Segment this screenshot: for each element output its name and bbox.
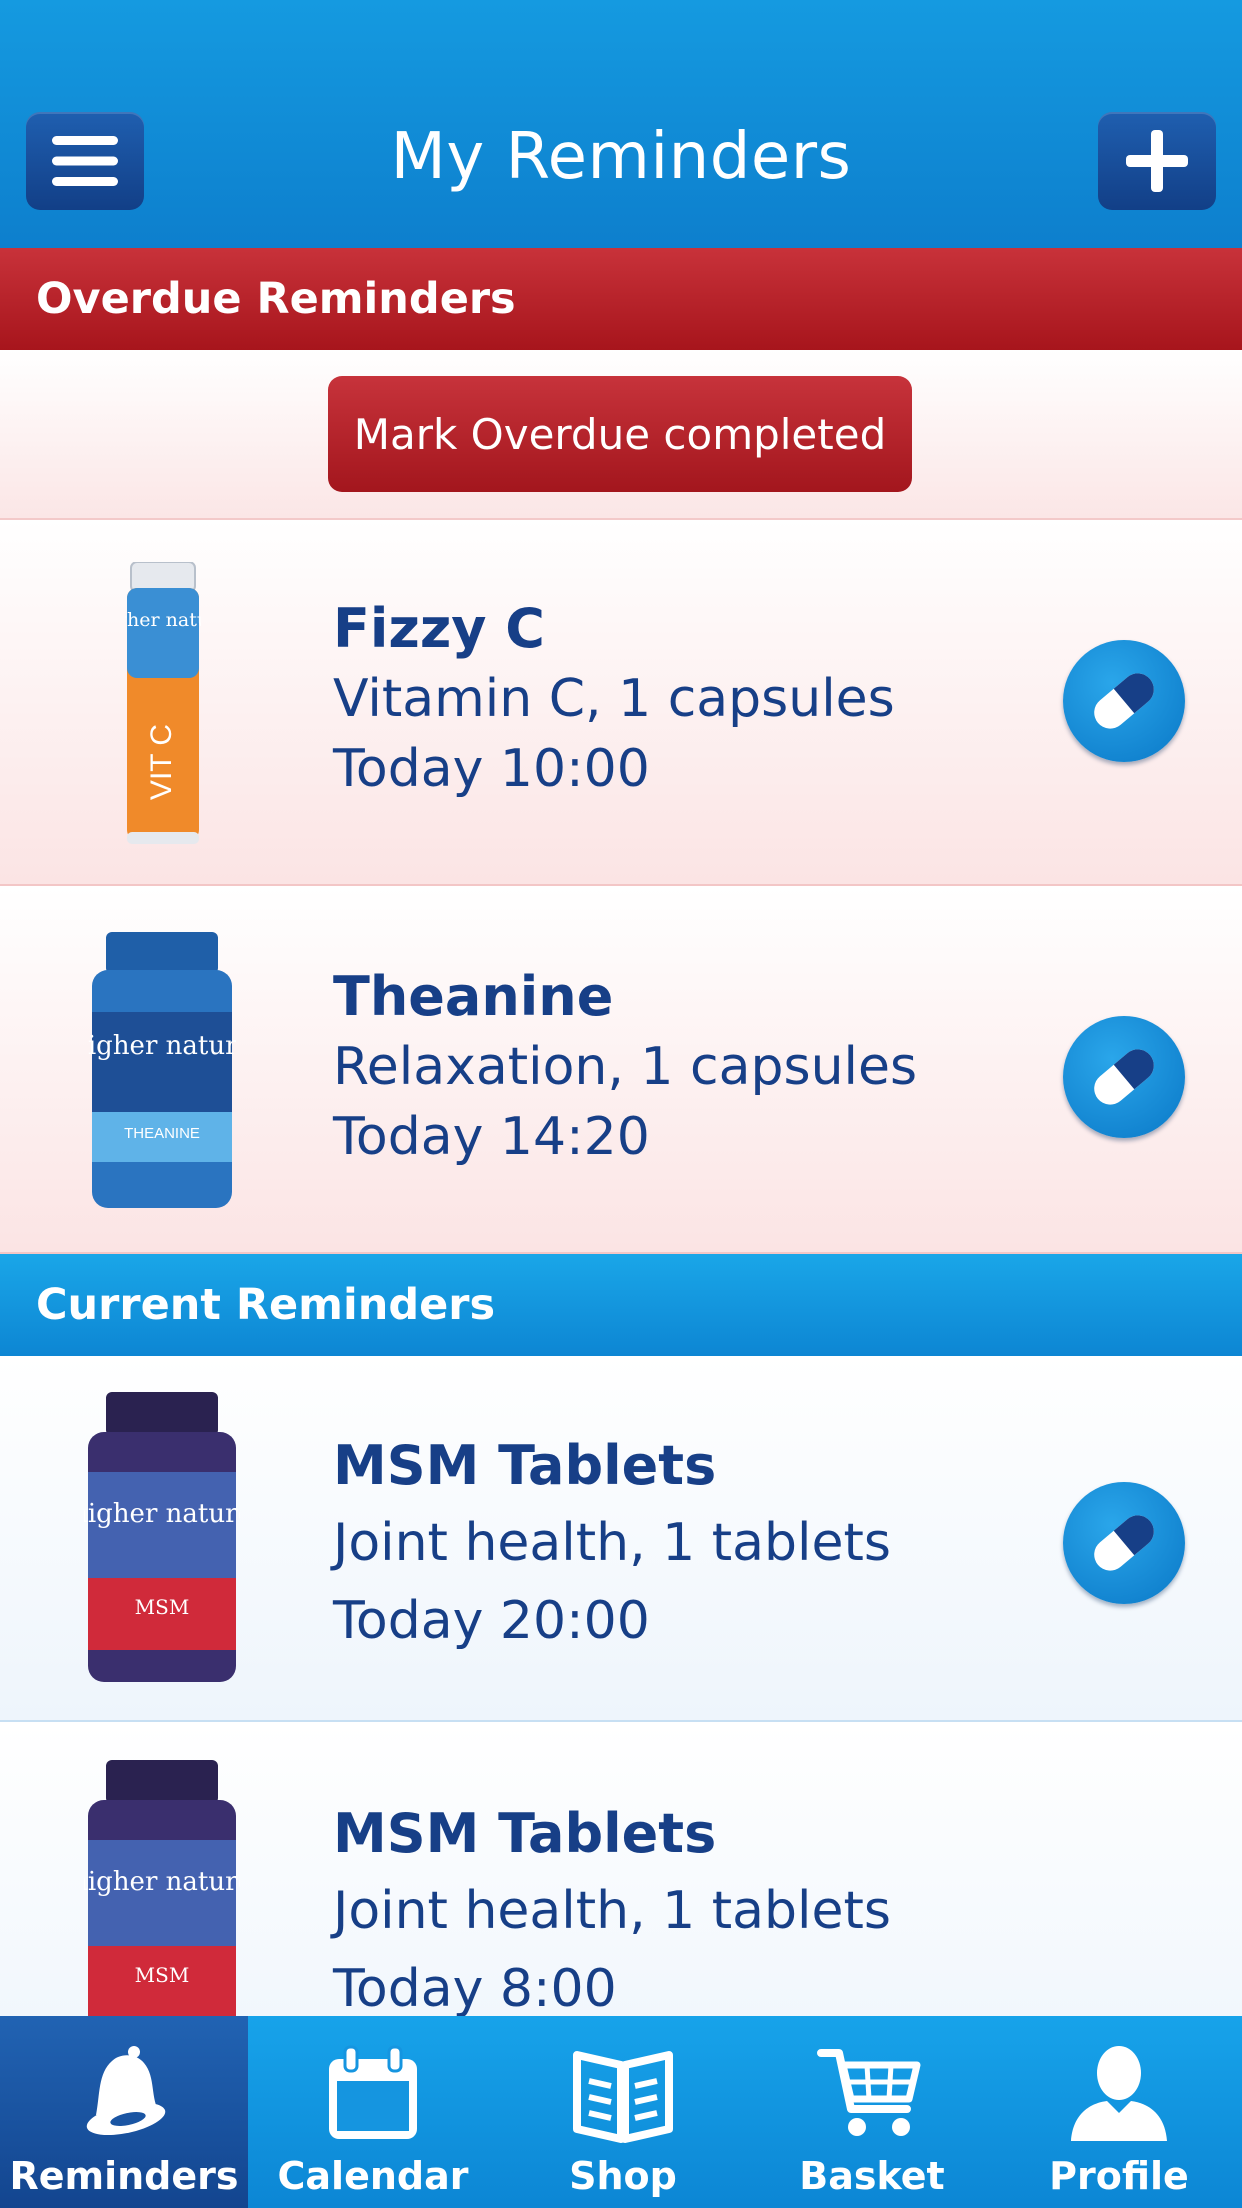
plus-icon bbox=[1126, 130, 1188, 192]
reminder-name: Fizzy C bbox=[333, 597, 545, 660]
tab-bar: Reminders Calendar Shop Basket Profile bbox=[0, 2016, 1242, 2208]
take-dose-button[interactable] bbox=[1063, 640, 1185, 762]
reminder-time: Today 10:00 bbox=[333, 739, 650, 799]
take-dose-button[interactable] bbox=[1063, 1016, 1185, 1138]
page-title: My Reminders bbox=[390, 120, 852, 194]
product-label-text: MSM bbox=[135, 1595, 190, 1619]
brand-text: higher nature bbox=[125, 609, 201, 631]
take-dose-button[interactable] bbox=[1063, 1482, 1185, 1604]
tab-label: Shop bbox=[569, 2154, 677, 2198]
product-label-text: VIT C bbox=[145, 724, 178, 800]
fizzy-c-tube-image: higher nature VIT C bbox=[125, 562, 201, 844]
tab-shop[interactable]: Shop bbox=[498, 2016, 748, 2208]
reminder-detail: Relaxation, 1 capsules bbox=[333, 1037, 918, 1097]
mark-overdue-row: Mark Overdue completed bbox=[0, 350, 1242, 520]
book-icon bbox=[573, 2051, 673, 2143]
reminder-time: Today 20:00 bbox=[333, 1591, 650, 1651]
reminder-detail: Joint health, 1 tablets bbox=[333, 1881, 891, 1941]
reminder-name: MSM Tablets bbox=[333, 1434, 717, 1497]
cart-icon bbox=[817, 2049, 921, 2136]
theanine-bottle-image: higher nature THEANINE bbox=[88, 932, 236, 1208]
capsule-icon bbox=[1094, 1515, 1154, 1571]
reminder-detail: Vitamin C, 1 capsules bbox=[333, 669, 895, 729]
brand-text: higher nature bbox=[88, 1031, 236, 1061]
reminder-item[interactable]: higher nature VIT C Fizzy C Vitamin C, 1… bbox=[0, 520, 1242, 886]
product-label-text: THEANINE bbox=[124, 1125, 200, 1142]
reminder-text: Fizzy C Vitamin C, 1 capsules Today 10:0… bbox=[333, 594, 895, 804]
overdue-section-header: Overdue Reminders bbox=[0, 248, 1242, 350]
tab-profile[interactable]: Profile bbox=[996, 2016, 1242, 2208]
msm-bottle-image: higher nature MSM bbox=[84, 1392, 240, 1682]
tab-label: Calendar bbox=[277, 2154, 469, 2198]
tab-label: Basket bbox=[799, 2154, 945, 2198]
reminder-text: Theanine Relaxation, 1 capsules Today 14… bbox=[333, 962, 917, 1172]
msm-bottle-image: higher nature MSM bbox=[84, 1760, 240, 2050]
tab-calendar[interactable]: Calendar bbox=[248, 2016, 498, 2208]
tab-label: Reminders bbox=[9, 2154, 239, 2198]
calendar-icon bbox=[329, 2045, 417, 2139]
reminder-name: Theanine bbox=[333, 965, 614, 1028]
capsule-icon bbox=[1094, 1049, 1154, 1105]
current-section-header: Current Reminders bbox=[0, 1254, 1242, 1356]
reminder-detail: Joint health, 1 tablets bbox=[333, 1513, 891, 1573]
reminder-time: Today 14:20 bbox=[333, 1107, 650, 1167]
add-reminder-button[interactable] bbox=[1098, 112, 1216, 210]
brand-text: higher nature bbox=[84, 1867, 240, 1897]
reminder-text: MSM Tablets Joint health, 1 tablets Toda… bbox=[333, 1428, 891, 1660]
bell-icon bbox=[86, 2046, 166, 2136]
header: My Reminders bbox=[0, 0, 1242, 248]
tab-reminders[interactable]: Reminders bbox=[0, 2016, 248, 2208]
person-icon bbox=[1071, 2046, 1167, 2141]
reminder-item[interactable]: higher nature MSM MSM Tablets Joint heal… bbox=[0, 1356, 1242, 1722]
mark-overdue-completed-button[interactable]: Mark Overdue completed bbox=[328, 376, 912, 492]
reminder-item[interactable]: higher nature THEANINE Theanine Relaxati… bbox=[0, 888, 1242, 1254]
tab-label: Profile bbox=[1049, 2154, 1189, 2198]
product-label-text: MSM bbox=[135, 1963, 190, 1987]
capsule-icon bbox=[1094, 673, 1154, 729]
tab-basket[interactable]: Basket bbox=[748, 2016, 996, 2208]
reminder-name: MSM Tablets bbox=[333, 1802, 717, 1865]
brand-text: higher nature bbox=[84, 1499, 240, 1529]
reminder-text: MSM Tablets Joint health, 1 tablets Toda… bbox=[333, 1796, 891, 2028]
